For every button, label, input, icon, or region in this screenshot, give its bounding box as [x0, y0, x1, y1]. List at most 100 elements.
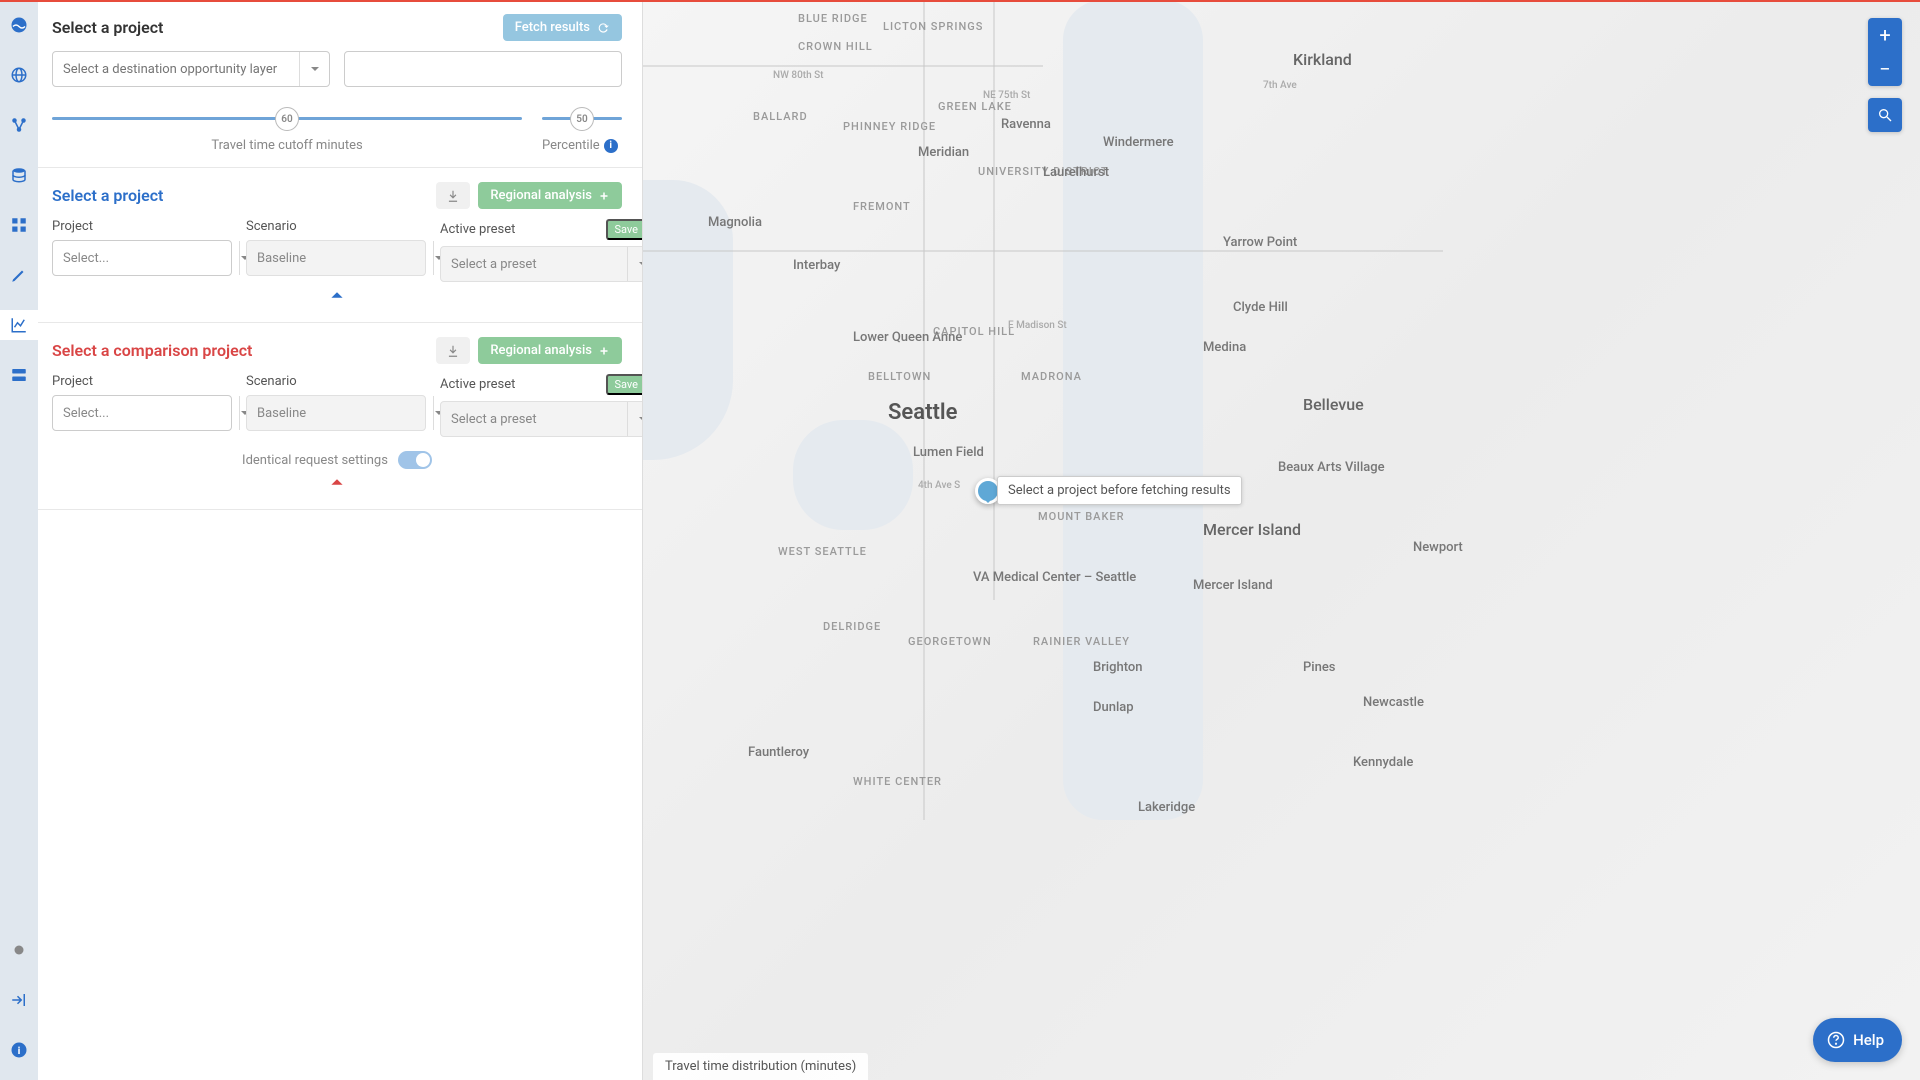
map-place-label: MADRONA	[1021, 370, 1082, 383]
regional-analysis-button-comparison[interactable]: Regional analysis	[478, 337, 622, 364]
map-place-label: Pines	[1303, 660, 1336, 675]
map-place-label: Ravenna	[1001, 117, 1051, 132]
grid-icon[interactable]	[0, 210, 38, 240]
save-preset-button-primary[interactable]: Save	[606, 219, 643, 240]
scenario-label-comparison: Scenario	[246, 374, 426, 389]
project-select-input[interactable]	[53, 396, 239, 430]
plus-icon	[598, 345, 610, 357]
travel-time-handle[interactable]: 60	[275, 107, 299, 131]
project-select-input[interactable]	[53, 241, 239, 275]
identical-settings-label: Identical request settings	[242, 453, 388, 468]
preset-select-comparison[interactable]	[440, 401, 643, 437]
map-place-label: GREEN LAKE	[938, 100, 1012, 113]
identical-settings-toggle[interactable]	[398, 451, 432, 469]
map-place-label: 7th Ave	[1263, 80, 1297, 91]
scenario-select-input	[247, 241, 433, 275]
logout-icon[interactable]	[0, 985, 38, 1015]
database-icon[interactable]	[0, 160, 38, 190]
map-place-label: Mercer Island	[1193, 578, 1273, 593]
download-button-comparison[interactable]	[436, 337, 470, 364]
map-place-label: BELLTOWN	[868, 370, 931, 383]
map-place-label: CAPITOL HILL	[933, 325, 1015, 338]
download-button-primary[interactable]	[436, 182, 470, 209]
secondary-select[interactable]	[344, 51, 622, 87]
fetch-results-label: Fetch results	[515, 20, 590, 35]
zoom-in-button[interactable]: +	[1868, 18, 1902, 52]
map-place-label: RAINIER VALLEY	[1033, 635, 1130, 648]
globe-icon[interactable]	[0, 60, 38, 90]
opportunity-layer-input[interactable]	[53, 52, 299, 86]
info-icon[interactable]: i	[0, 1035, 38, 1065]
regional-analysis-label: Regional analysis	[490, 343, 592, 358]
map-place-label: Bellevue	[1303, 395, 1364, 414]
percentile-handle[interactable]: 50	[570, 107, 594, 131]
download-icon	[446, 344, 460, 358]
comparison-project-section: Select a comparison project Regional ana…	[38, 323, 642, 510]
map-place-label: Crown Hill	[798, 40, 873, 53]
scenario-select-primary[interactable]	[246, 240, 426, 276]
project-select-comparison[interactable]	[52, 395, 232, 431]
network-icon[interactable]	[0, 110, 38, 140]
scenario-select-comparison[interactable]	[246, 395, 426, 431]
map-place-label: Blue Ridge	[798, 12, 868, 25]
pencil-icon[interactable]	[0, 260, 38, 290]
map[interactable]: Blue RidgeCrown HillLICTON SPRINGSKirkla…	[643, 0, 1920, 1080]
collapse-comparison-button[interactable]	[52, 469, 622, 495]
refresh-icon	[596, 21, 610, 35]
percentile-slider[interactable]: 50 Percentilei	[542, 117, 622, 153]
page-title: Select a project	[52, 18, 163, 37]
map-place-label: Windermere	[1103, 135, 1174, 150]
map-controls: + −	[1868, 18, 1902, 132]
download-icon	[446, 189, 460, 203]
chevron-down-icon	[627, 402, 643, 436]
search-icon	[1877, 107, 1893, 123]
scenario-select-input	[247, 396, 433, 430]
map-place-label: LICTON SPRINGS	[883, 20, 983, 33]
project-select-primary[interactable]	[52, 240, 232, 276]
map-footer-label: Travel time distribution (minutes)	[653, 1053, 868, 1080]
map-place-label: Lakeridge	[1138, 800, 1195, 815]
logo-icon[interactable]	[0, 10, 38, 40]
map-background	[643, 0, 1920, 1080]
save-preset-button-comparison[interactable]: Save	[606, 374, 643, 395]
opportunity-layer-select[interactable]	[52, 51, 330, 87]
help-label: Help	[1853, 1031, 1884, 1049]
secondary-select-input[interactable]	[345, 52, 621, 86]
plus-icon	[598, 190, 610, 202]
settings-icon[interactable]	[0, 935, 38, 965]
map-place-label: Newcastle	[1363, 695, 1424, 710]
scenario-label: Scenario	[246, 219, 426, 234]
header-section: Select a project Fetch results 60 Travel…	[38, 0, 642, 168]
travel-time-slider[interactable]: 60 Travel time cutoff minutes	[52, 117, 522, 153]
map-place-label: Meridian	[918, 145, 969, 160]
primary-project-section: Select a project Regional analysis Proje…	[38, 168, 642, 323]
map-place-label: NW 80th St	[773, 70, 824, 81]
control-panel: Select a project Fetch results 60 Travel…	[38, 0, 643, 1080]
map-place-label: Brighton	[1093, 660, 1143, 675]
map-place-label: Yarrow Point	[1223, 235, 1297, 250]
map-place-label: MOUNT BAKER	[1038, 510, 1125, 523]
preset-select-primary[interactable]	[440, 246, 643, 282]
chart-icon[interactable]	[0, 310, 38, 340]
collapse-primary-button[interactable]	[52, 282, 622, 308]
primary-section-title: Select a project	[52, 186, 163, 205]
map-place-label: Medina	[1203, 340, 1246, 355]
svg-text:i: i	[18, 1044, 21, 1057]
zoom-out-button[interactable]: −	[1868, 52, 1902, 86]
regional-analysis-button-primary[interactable]: Regional analysis	[478, 182, 622, 209]
travel-time-label: Travel time cutoff minutes	[52, 138, 522, 153]
map-place-label: VA Medical Center – Seattle	[973, 570, 1136, 585]
server-icon[interactable]	[0, 360, 38, 390]
fetch-results-button[interactable]: Fetch results	[503, 14, 622, 41]
map-place-label: Dunlap	[1093, 700, 1134, 715]
percentile-info-icon[interactable]: i	[604, 139, 618, 153]
map-search-button[interactable]	[1868, 98, 1902, 132]
map-place-label: 4th Ave S	[918, 480, 960, 491]
map-city-label: Seattle	[888, 400, 957, 425]
chevron-down-icon	[299, 52, 329, 86]
map-place-label: GEORGETOWN	[908, 635, 992, 648]
map-place-label: WHITE CENTER	[853, 775, 942, 788]
preset-label-comparison: Active preset	[440, 377, 515, 392]
project-label-comparison: Project	[52, 374, 232, 389]
help-button[interactable]: Help	[1813, 1018, 1902, 1062]
